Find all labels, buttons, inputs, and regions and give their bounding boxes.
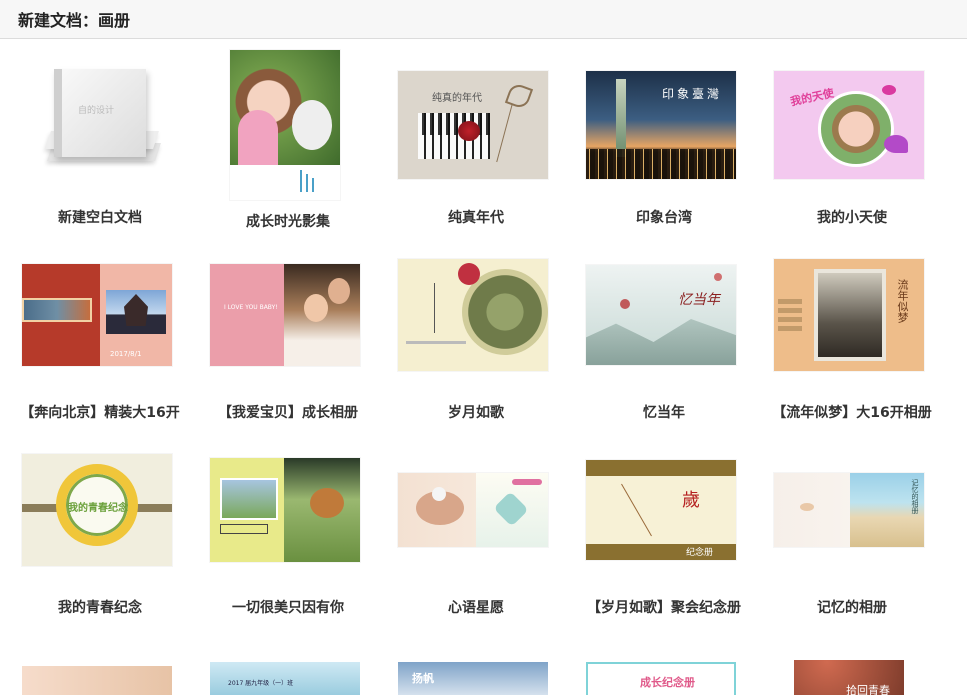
album-tile-youth[interactable]: 我的青春纪念 我的青春纪念 [6,445,194,640]
album-label: 记忆的相册 [817,600,887,616]
cover-text: 印象臺灣 [662,87,723,101]
album-cover: 纯真的年代 [398,60,548,190]
album-tile-partial[interactable]: 2017 届九年级（一）班 [210,662,360,695]
cover-text: 纯真的年代 [432,93,482,104]
album-cover: I LOVE YOU BABY! [210,250,360,380]
album-cover: 印象臺灣 [586,60,736,190]
album-tile-wish[interactable]: 心语星愿 [382,445,570,640]
cover-text: 扬帆 [412,672,434,685]
album-grid: 自的设计 新建空白文档 成长时光影集 纯真的年代 纯真年代 印象臺灣 印象台湾 … [0,50,967,640]
album-label: 【我爱宝贝】成长相册 [218,405,358,421]
album-cover: 流年似梦 [774,250,924,380]
album-cover: 2017/8/1 [22,250,172,380]
album-tile-partial[interactable] [22,666,172,695]
album-cover [210,445,360,575]
album-tile-taiwan[interactable]: 印象臺灣 印象台湾 [570,55,758,250]
album-cover: 我的天使 [774,60,924,190]
album-tile-reunion[interactable]: 纪念册 歲 【岁月如歌】聚会纪念册 [570,445,758,640]
album-tile-memory-album[interactable]: 记忆的相册 记忆的相册 [758,445,946,640]
cover-text: 2017 届九年级（一）班 [228,680,294,687]
album-tile-partial[interactable]: 拾回青春 [794,660,904,695]
album-cover [398,250,548,380]
album-tile-innocent[interactable]: 纯真的年代 纯真年代 [382,55,570,250]
cover-text: 拾回青春 [846,684,890,695]
cover-text: 记忆的相册 [911,479,919,514]
page-title: 新建文档：画册 [18,11,131,30]
page-header: 新建文档：画册 [0,0,967,39]
album-label: 【流年似梦】大16开相册 [772,405,932,421]
cover-text: I LOVE YOU BABY! [224,304,278,311]
album-tile-baby[interactable]: I LOVE YOU BABY! 【我爱宝贝】成长相册 [194,250,382,445]
album-label: 我的小天使 [817,210,887,226]
album-tile-memories[interactable]: 忆当年 忆当年 [570,250,758,445]
album-cover [210,50,360,200]
cover-text: 纪念册 [686,548,714,558]
album-label: 成长时光影集 [246,214,330,230]
album-label: 印象台湾 [636,210,692,226]
album-tile-growth[interactable]: 成长时光影集 [194,50,382,250]
album-tile-beijing[interactable]: 2017/8/1 【奔向北京】精装大16开 [6,250,194,445]
album-tile-beautiful[interactable]: 一切很美只因有你 [194,445,382,640]
cover-text: 成长纪念册 [640,676,695,689]
cover-text: 我的青春纪念 [68,503,128,514]
album-tile-blank[interactable]: 自的设计 新建空白文档 [6,55,194,250]
album-label: 我的青春纪念 [58,600,142,616]
album-cover: 忆当年 [586,250,736,380]
album-label: 忆当年 [643,405,685,421]
album-cover: 我的青春纪念 [22,445,172,575]
album-tile-partial[interactable]: 扬帆 [398,662,548,695]
album-label: 新建空白文档 [58,210,142,226]
cover-text: 忆当年 [678,292,720,308]
album-cover [398,445,548,575]
album-tile-partial[interactable]: 成长纪念册 [586,662,736,695]
album-cover: 记忆的相册 [774,445,924,575]
album-tile-angel[interactable]: 我的天使 我的小天使 [758,55,946,250]
blank-cover-text: 自的设计 [78,106,115,116]
album-label: 【奔向北京】精装大16开 [20,405,180,421]
cover-text: 流年似梦 [896,279,909,323]
album-tile-songs[interactable]: 岁月如歌 [382,250,570,445]
album-label: 一切很美只因有你 [232,600,344,616]
album-cover: 自的设计 [22,60,172,190]
album-cover: 纪念册 歲 [586,445,736,575]
album-label: 岁月如歌 [448,405,504,421]
album-label: 心语星愿 [448,600,504,616]
cover-text: 2017/8/1 [110,350,142,358]
album-label: 【岁月如歌】聚会纪念册 [587,600,741,616]
album-row-partial: 2017 届九年级（一）班 扬帆 成长纪念册 拾回青春 [22,660,962,695]
album-label: 纯真年代 [448,210,504,226]
album-tile-dream[interactable]: 流年似梦 【流年似梦】大16开相册 [758,250,946,445]
